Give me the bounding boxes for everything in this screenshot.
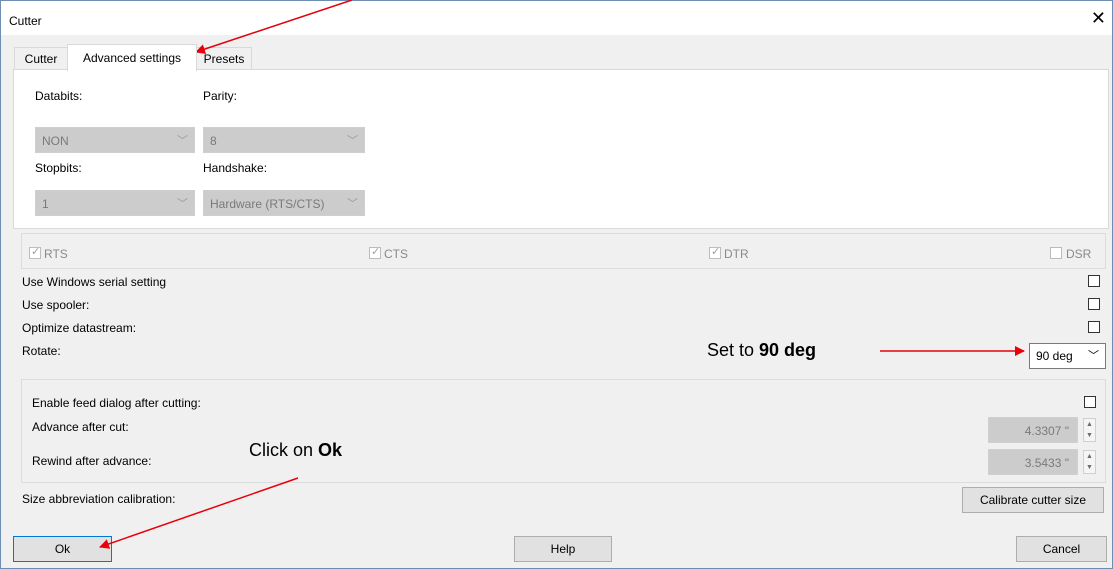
calibration-label: Size abbreviation calibration: — [22, 492, 176, 506]
calibrate-cutter-button[interactable]: Calibrate cutter size — [962, 487, 1104, 513]
chevron-down-icon: ﹀ — [1088, 350, 1099, 362]
signals-group — [21, 233, 1106, 269]
optimize-checkbox[interactable] — [1088, 321, 1100, 333]
dsr-checkbox[interactable] — [1050, 247, 1062, 259]
advanced-settings-panel: Databits: Parity: NON ﹀ 8 ﹀ Stopbits: Hand… — [13, 69, 1109, 229]
windows-serial-label: Use Windows serial setting — [22, 275, 167, 289]
parity-label: Parity: — [203, 89, 238, 103]
enable-feed-checkbox[interactable] — [1084, 396, 1096, 408]
cutter-dialog: Cutter ✕ Cutter Advanced settings Preset… — [0, 0, 1113, 569]
checkmark-icon: ✓ — [31, 246, 41, 258]
rewind-label: Rewind after advance: — [32, 454, 152, 468]
chevron-down-icon: ﹀ — [177, 198, 188, 210]
windows-serial-checkbox[interactable] — [1088, 275, 1100, 287]
help-button[interactable]: Help — [514, 536, 612, 562]
advance-label: Advance after cut: — [32, 420, 129, 434]
rts-label: RTS — [44, 247, 68, 261]
spooler-label: Use spooler: — [22, 298, 90, 312]
dtr-checkbox[interactable]: ✓ — [709, 246, 721, 259]
tab-presets[interactable]: Presets — [196, 47, 252, 70]
databits-select[interactable]: NON ﹀ — [35, 127, 195, 153]
ok-button[interactable]: Ok — [13, 536, 112, 562]
rewind-input[interactable]: 3.5433 " — [988, 449, 1078, 475]
dsr-label: DSR — [1066, 247, 1092, 261]
checkmark-icon: ✓ — [371, 246, 381, 258]
cancel-button[interactable]: Cancel — [1016, 536, 1107, 562]
advance-spinner[interactable]: ▲ ▼ — [1083, 418, 1096, 442]
handshake-label: Handshake: — [203, 161, 268, 175]
optimize-label: Optimize datastream: — [22, 321, 137, 335]
advance-input[interactable]: 4.3307 " — [988, 417, 1078, 443]
parity-select[interactable]: 8 ﹀ — [203, 127, 365, 153]
title-bar: Cutter ✕ — [1, 1, 1112, 35]
rotate-annotation: Set to 90 deg — [707, 340, 817, 360]
databits-label: Databits: — [35, 89, 83, 103]
chevron-down-icon: ﹀ — [347, 135, 358, 147]
cts-label: CTS — [384, 247, 408, 261]
rts-checkbox[interactable]: ✓ — [29, 246, 41, 259]
rotate-select[interactable]: 90 deg ﹀ — [1029, 343, 1106, 369]
handshake-select[interactable]: Hardware (RTS/CTS) ﹀ — [203, 190, 365, 216]
cts-checkbox[interactable]: ✓ — [369, 246, 381, 259]
enable-feed-label: Enable feed dialog after cutting: — [32, 396, 201, 410]
ok-annotation: Click on Ok — [249, 440, 343, 460]
tab-cutter[interactable]: Cutter — [14, 47, 68, 70]
chevron-down-icon: ﹀ — [177, 135, 188, 147]
close-icon[interactable]: ✕ — [1091, 9, 1106, 27]
tab-advanced-settings[interactable]: Advanced settings — [67, 44, 197, 71]
window-title: Cutter — [9, 14, 42, 28]
rotate-label: Rotate: — [22, 344, 61, 358]
rewind-spinner[interactable]: ▲ ▼ — [1083, 450, 1096, 474]
stopbits-label: Stopbits: — [35, 161, 82, 175]
checkmark-icon: ✓ — [711, 246, 721, 258]
stopbits-select[interactable]: 1 ﹀ — [35, 190, 195, 216]
chevron-down-icon: ﹀ — [347, 198, 358, 210]
dtr-label: DTR — [724, 247, 749, 261]
feed-group — [21, 379, 1106, 483]
spooler-checkbox[interactable] — [1088, 298, 1100, 310]
